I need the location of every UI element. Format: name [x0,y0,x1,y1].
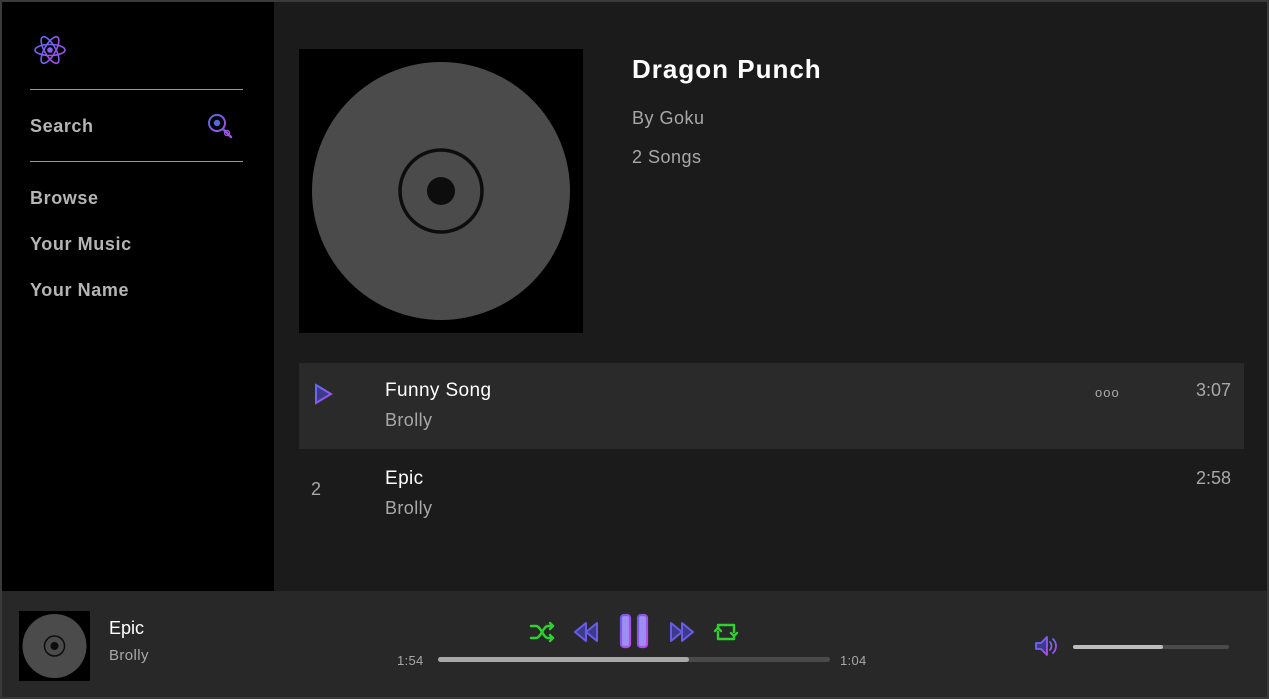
speaker-icon[interactable] [1033,633,1059,659]
player-bar: Epic Brolly 1:54 1:04 [2,591,1267,697]
vinyl-disc-icon [312,62,570,320]
magnifier-icon[interactable] [206,112,234,140]
nav-your-music[interactable]: Your Music [30,234,132,255]
track-artist[interactable]: Brolly [385,410,432,431]
track-title: Epic [385,468,424,489]
song-count: 2 Songs [632,147,702,167]
progress-bar[interactable] [438,657,830,662]
track-row[interactable]: Funny Song Brolly ooo 3:07 [299,363,1244,449]
sidebar-divider [30,89,243,90]
track-title: Funny Song [385,380,492,401]
sidebar-divider [30,161,243,162]
now-playing-art [19,611,90,681]
track-number: 2 [311,479,322,499]
shuffle-icon[interactable] [529,620,557,644]
atom-icon[interactable] [32,32,68,68]
volume-fill [1073,645,1164,649]
track-duration: 2:58 [1195,468,1231,488]
elapsed-time: 1:54 [397,653,424,668]
track-artist[interactable]: Brolly [385,498,432,519]
repeat-icon[interactable] [713,619,739,645]
album-artist[interactable]: By Goku [632,108,705,129]
album-view: Dragon Punch By Goku 2 Songs Funny Song … [274,2,1267,591]
previous-icon[interactable] [573,620,599,644]
album-art [299,49,583,333]
pause-icon[interactable] [618,613,650,649]
sidebar: Search Browse Your Music Your Name [2,2,274,591]
more-options-icon[interactable]: ooo [1095,385,1120,400]
album-title: Dragon Punch [632,54,822,84]
nav-your-name[interactable]: Your Name [30,280,129,301]
track-duration: 3:07 [1195,380,1231,400]
search-label: Search [30,116,94,136]
next-icon[interactable] [669,620,695,644]
now-playing-artist[interactable]: Brolly [109,647,149,664]
track-row[interactable]: 2 Epic Brolly 2:58 [299,451,1244,537]
now-playing-title: Epic [109,618,145,638]
remaining-time: 1:04 [840,653,867,668]
nav-browse[interactable]: Browse [30,188,99,209]
volume-slider[interactable] [1073,645,1229,649]
progress-fill [438,657,689,662]
vinyl-disc-icon [22,614,87,678]
play-icon[interactable] [313,383,333,405]
search-button[interactable]: Search [30,112,243,142]
